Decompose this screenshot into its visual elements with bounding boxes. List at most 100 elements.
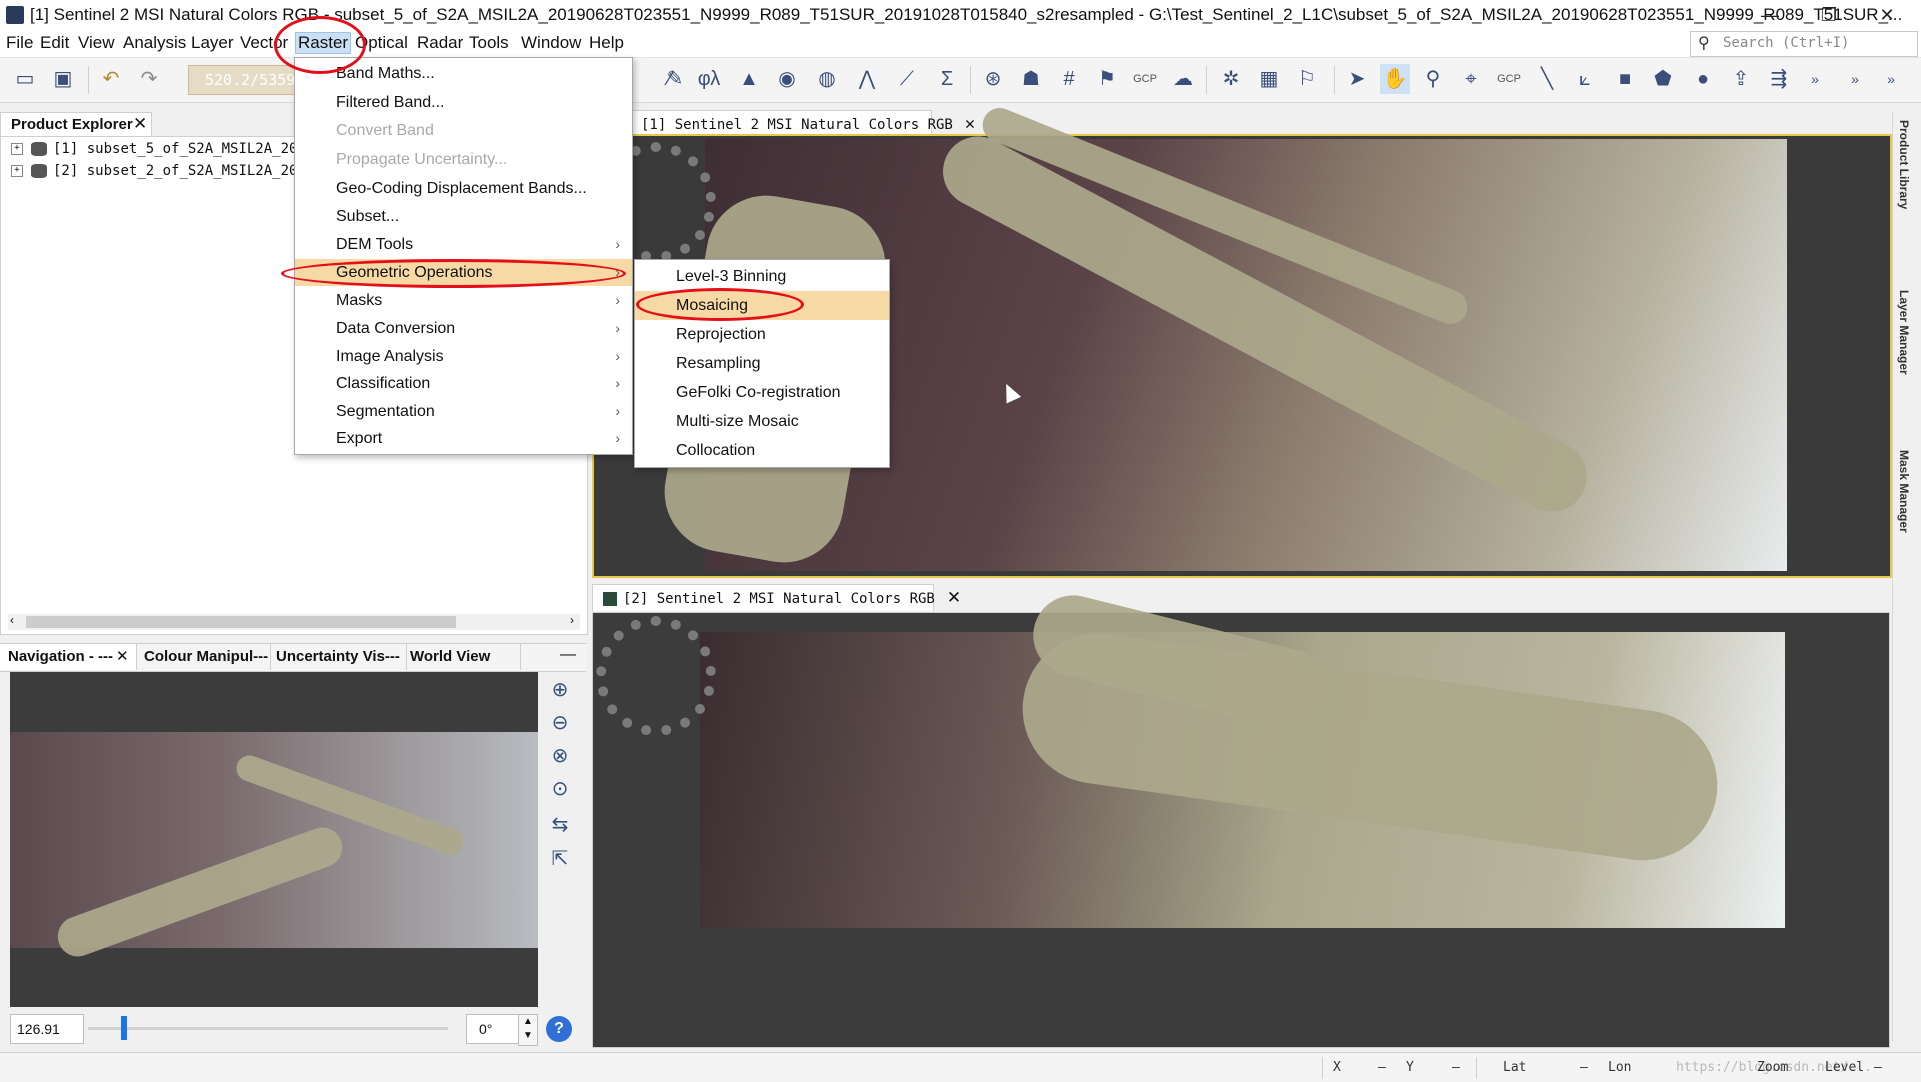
menu-layer[interactable]: Layer bbox=[189, 33, 236, 53]
view1-tab[interactable]: [1] Sentinel 2 MSI Natural Colors RGB ✕ bbox=[630, 110, 975, 137]
layers-icon[interactable]: ☗ bbox=[1016, 64, 1046, 94]
sync-views-icon[interactable]: ⇆ bbox=[545, 810, 575, 840]
histogram-icon[interactable]: ▲ bbox=[734, 64, 764, 94]
menu-item-subset[interactable]: Subset... bbox=[295, 203, 632, 230]
scroll-left-icon[interactable]: ‹ bbox=[10, 613, 14, 627]
cloud-icon[interactable]: ☁ bbox=[1168, 64, 1198, 94]
info-icon[interactable]: ◉ bbox=[772, 64, 802, 94]
menu-item-collocation[interactable]: Collocation bbox=[635, 436, 889, 465]
menu-item-export[interactable]: Export › bbox=[295, 425, 632, 452]
menu-help[interactable]: Help bbox=[587, 33, 626, 53]
menu-item-geo-coding-displacement[interactable]: Geo-Coding Displacement Bands... bbox=[295, 175, 632, 202]
undo-icon[interactable]: ↶ bbox=[96, 64, 126, 94]
menu-tools[interactable]: Tools bbox=[467, 33, 511, 53]
zoom-in-icon[interactable]: ⊕ bbox=[545, 675, 575, 705]
insert-icon[interactable]: ⇪ bbox=[1726, 64, 1756, 94]
redo-icon[interactable]: ↷ bbox=[134, 64, 164, 94]
layer-manager-tab[interactable]: Layer Manager bbox=[1897, 290, 1911, 375]
scatter-icon[interactable]: ⋀ bbox=[852, 64, 882, 94]
product-library-tab[interactable]: Product Library bbox=[1897, 120, 1911, 209]
flag-icon[interactable]: ⚐ bbox=[1292, 64, 1322, 94]
product-tree-item[interactable]: + [1] subset_5_of_S2A_MSIL2A_2019 bbox=[11, 141, 314, 157]
menu-analysis[interactable]: Analysis bbox=[121, 33, 188, 53]
menu-item-masks[interactable]: Masks › bbox=[295, 287, 632, 314]
edit-icon[interactable]: ✎ bbox=[660, 64, 690, 94]
profile-icon[interactable]: ◍ bbox=[812, 64, 842, 94]
menu-item-segmentation[interactable]: Segmentation › bbox=[295, 398, 632, 425]
menu-item-multi-size-mosaic[interactable]: Multi-size Mosaic bbox=[635, 407, 889, 436]
toolbar-overflow-icon[interactable]: » bbox=[1876, 64, 1906, 94]
navigation-rose-icon[interactable] bbox=[596, 616, 716, 736]
select-tool-icon[interactable]: ➤ bbox=[1342, 64, 1372, 94]
grid-icon[interactable]: ▦ bbox=[1254, 64, 1284, 94]
tab-uncertainty-visualisation[interactable]: Uncertainty Vis--- bbox=[268, 644, 407, 670]
line-draw-icon[interactable]: ╲ bbox=[1532, 64, 1562, 94]
toolbar-overflow-icon[interactable]: » bbox=[1840, 64, 1870, 94]
menu-file[interactable]: File bbox=[4, 33, 35, 53]
tab-navigation[interactable]: Navigation - --- ✕ bbox=[0, 644, 137, 670]
view2-tab[interactable]: [2] Sentinel 2 MSI Natural Colors RGB ✕ bbox=[592, 584, 961, 611]
pin-icon[interactable]: ⚑ bbox=[1092, 64, 1122, 94]
ellipse-draw-icon[interactable]: ● bbox=[1688, 64, 1718, 94]
image-view-2-raster[interactable] bbox=[700, 586, 1785, 928]
zoom-out-icon[interactable]: ⊖ bbox=[545, 708, 575, 738]
search-input[interactable]: ⚲ Search (Ctrl+I) bbox=[1690, 31, 1918, 57]
restore-button[interactable]: ❐ bbox=[1806, 0, 1852, 30]
zoom-all-icon[interactable]: ⊙ bbox=[545, 774, 575, 804]
menu-view[interactable]: View bbox=[76, 33, 117, 53]
world-map-icon[interactable]: ⊛ bbox=[978, 64, 1008, 94]
close-icon[interactable]: ✕ bbox=[965, 114, 975, 134]
menu-item-data-conversion[interactable]: Data Conversion › bbox=[295, 315, 632, 342]
navigation-thumbnail[interactable] bbox=[10, 732, 538, 963]
zoom-slider-handle[interactable] bbox=[121, 1016, 127, 1040]
tab-colour-manipulation[interactable]: Colour Manipul--- bbox=[136, 644, 271, 670]
menu-item-dem-tools[interactable]: DEM Tools › bbox=[295, 231, 632, 258]
minimize-button[interactable]: — bbox=[1747, 0, 1793, 30]
plot-icon[interactable]: ⟋ bbox=[892, 64, 922, 94]
menu-window[interactable]: Window bbox=[519, 33, 583, 53]
menu-radar[interactable]: Radar bbox=[415, 33, 465, 53]
help-button[interactable]: ? bbox=[546, 1016, 572, 1042]
rectangle-draw-icon[interactable]: ■ bbox=[1610, 64, 1640, 94]
gcp-icon[interactable]: GCP bbox=[1130, 64, 1160, 94]
gcp-tool-icon[interactable]: GCP bbox=[1494, 64, 1524, 94]
close-icon[interactable]: ✕ bbox=[947, 588, 961, 607]
product-tree-item[interactable]: + [2] subset_2_of_S2A_MSIL2A_2019 bbox=[11, 163, 314, 179]
open-product-icon[interactable]: ▭ bbox=[10, 64, 40, 94]
menu-item-gefolki-coregistration[interactable]: GeFolki Co-registration bbox=[635, 378, 889, 407]
pin-place-icon[interactable]: ⌖ bbox=[1456, 64, 1486, 94]
zoom-factor-field[interactable]: 126.91 bbox=[10, 1014, 84, 1044]
expand-icon[interactable]: + bbox=[11, 165, 23, 177]
minimize-panel-button[interactable]: — bbox=[560, 646, 576, 664]
close-icon[interactable]: ✕ bbox=[133, 114, 147, 134]
mask-manager-tab[interactable]: Mask Manager bbox=[1897, 450, 1911, 533]
rotation-stepper[interactable]: ▲ ▼ bbox=[518, 1014, 538, 1046]
polygon-draw-icon[interactable]: ⬟ bbox=[1648, 64, 1678, 94]
menu-item-reprojection[interactable]: Reprojection bbox=[635, 320, 889, 349]
pan-tool-icon[interactable]: ✋ bbox=[1380, 64, 1410, 94]
statistics-icon[interactable]: Σ bbox=[932, 64, 962, 94]
polyline-draw-icon[interactable]: ⟀ bbox=[1570, 64, 1600, 94]
toolbar-overflow-icon[interactable]: » bbox=[1800, 64, 1830, 94]
menu-item-image-analysis[interactable]: Image Analysis › bbox=[295, 343, 632, 370]
sync-cursor-icon[interactable]: ⇱ bbox=[545, 844, 575, 874]
menu-item-classification[interactable]: Classification › bbox=[295, 370, 632, 397]
menu-item-filtered-band[interactable]: Filtered Band... bbox=[295, 89, 632, 116]
expand-icon[interactable]: + bbox=[11, 143, 23, 155]
spectrum-icon[interactable]: φλ bbox=[694, 64, 724, 94]
import-icon[interactable]: ⇶ bbox=[1764, 64, 1794, 94]
menu-item-level3-binning[interactable]: Level-3 Binning bbox=[635, 262, 889, 291]
zoom-slider-track[interactable] bbox=[88, 1027, 448, 1030]
spectral-unmixing-icon[interactable]: ✲ bbox=[1216, 64, 1246, 94]
tab-world-view[interactable]: World View bbox=[402, 644, 521, 670]
zoom-tool-icon[interactable]: ⚲ bbox=[1418, 64, 1448, 94]
product-explorer-tab[interactable]: Product Explorer ✕ bbox=[0, 112, 152, 137]
menu-edit[interactable]: Edit bbox=[38, 33, 71, 53]
horizontal-scrollbar[interactable]: ‹ › bbox=[8, 613, 580, 630]
menu-item-resampling[interactable]: Resampling bbox=[635, 349, 889, 378]
scroll-right-icon[interactable]: › bbox=[570, 613, 574, 627]
graticule-icon[interactable]: # bbox=[1054, 64, 1084, 94]
scrollbar-thumb[interactable] bbox=[26, 616, 456, 628]
close-button[interactable]: ✕ bbox=[1864, 0, 1910, 30]
zoom-pixel-icon[interactable]: ⊗ bbox=[545, 741, 575, 771]
